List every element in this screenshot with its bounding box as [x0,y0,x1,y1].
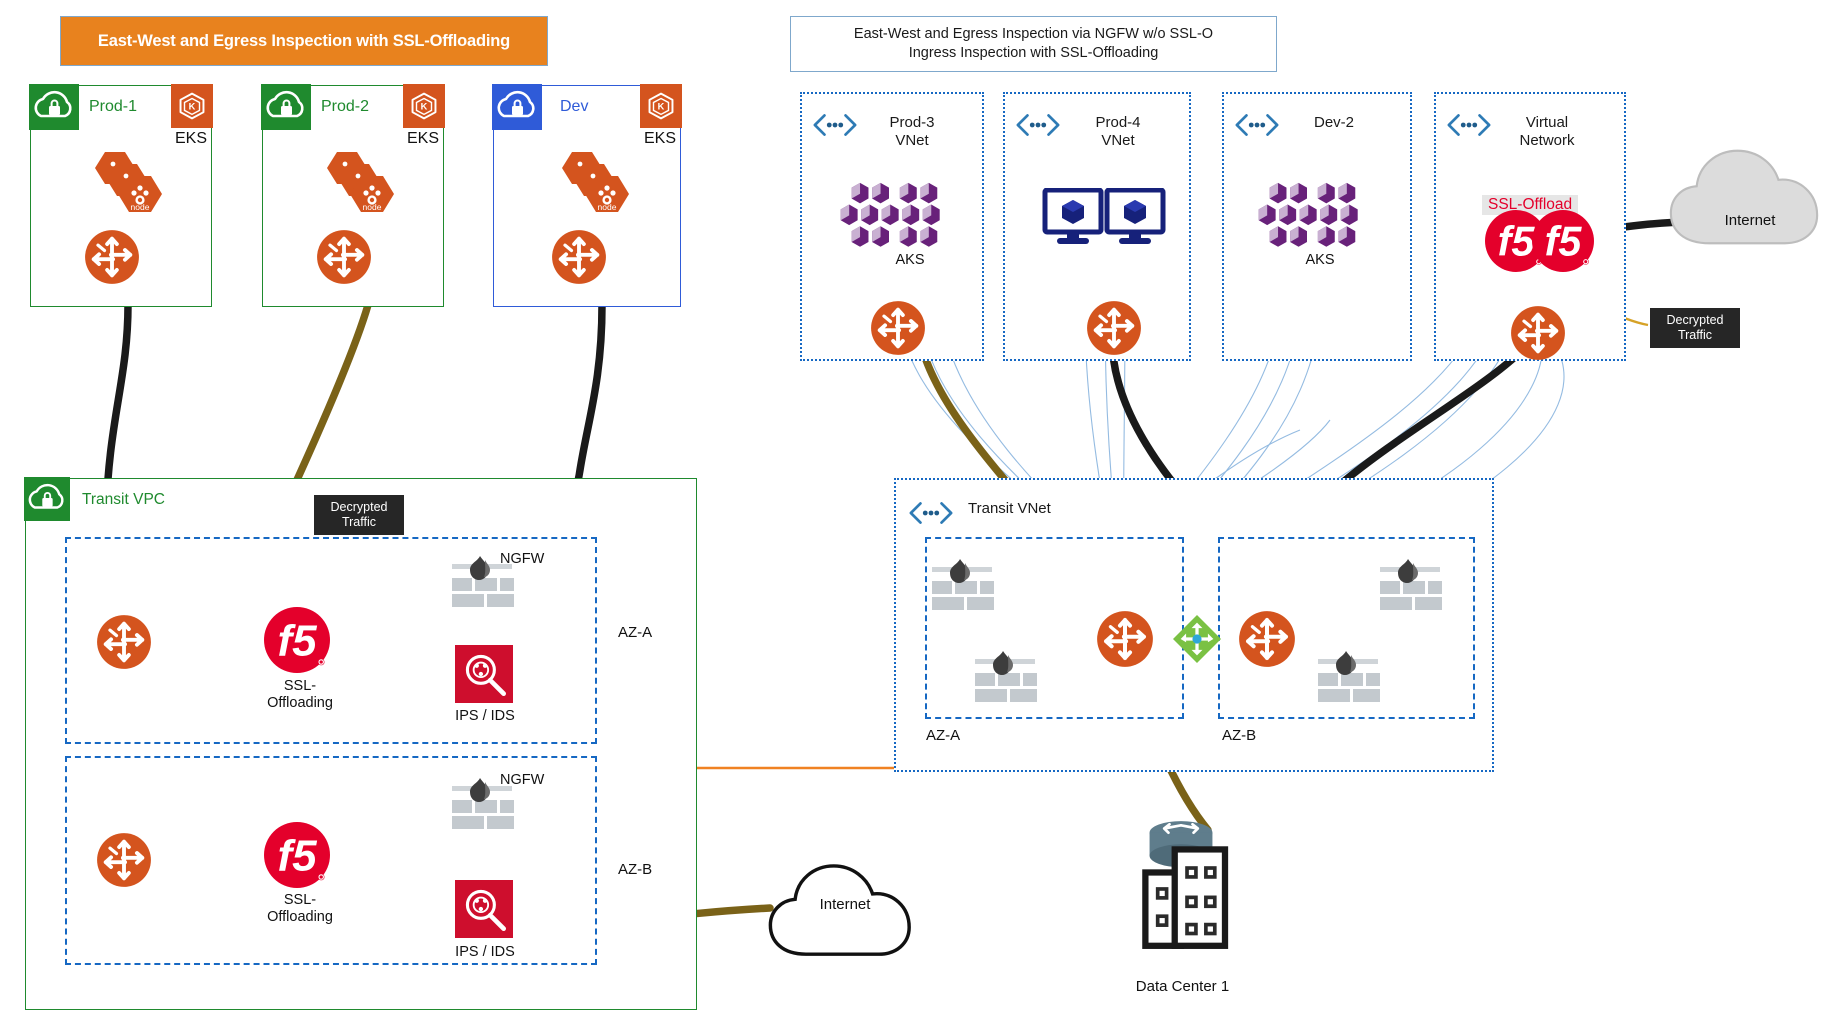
vm-monitor-icon [1042,188,1104,246]
secure-cloud-icon [261,84,312,131]
aws-az-a-ips-label: IPS / IDS [455,708,515,724]
datacenter-icon[interactable] [1125,818,1237,950]
aws-az-b-ips-icon[interactable] [455,880,513,938]
azure-decrypted-traffic-callout: Decrypted Traffic [1650,308,1740,348]
kubernetes-icon [170,84,213,129]
azure-az-b-label: AZ-B [1222,727,1257,744]
azure-az-b-router-icon[interactable] [1238,610,1296,668]
vpc-prod-1-label: Prod-1 [89,98,138,115]
vnet-prod-4-name-l1: Prod-4 [1095,114,1141,131]
f5-logo-icon[interactable] [1532,210,1594,272]
aks-hex-cluster-icon [840,182,940,247]
aws-az-b-ips-label: IPS / IDS [455,944,515,960]
azure-az-a-ngfw-icon[interactable] [932,558,994,610]
router-icon[interactable] [316,229,372,285]
right-title-line1: East-West and Egress Inspection via NGFW… [853,26,1214,42]
vnet-icon [1447,114,1491,136]
eks-node-icon [562,152,629,212]
azure-az-a-ngfw-icon[interactable] [975,650,1037,702]
vpc-dev[interactable]: Dev EKS [492,84,682,307]
aws-az-a-router-icon[interactable] [96,614,152,670]
aws-az-a-f5-label-l2: Offloading [267,695,333,711]
azure-az-b-ngfw-icon[interactable] [1318,650,1380,702]
vnet-icon [1016,114,1060,136]
aws-az-b-f5-label: SSL- Offloading [245,892,355,926]
datacenter-label: Data Center 1 [1135,978,1230,995]
vpc-dev-platform: EKS [643,130,676,147]
aws-az-a-f5-icon[interactable] [264,607,330,673]
vpc-prod-2-label: Prod-2 [321,98,370,115]
aws-decrypted-callout-l2: Traffic [341,515,377,529]
vnet-dev-2-workload-label: AKS [1305,252,1335,268]
aws-az-a-ngfw-label: NGFW [500,551,545,567]
vpc-dev-label: Dev [560,98,589,115]
azure-az-b-ngfw-icon[interactable] [1380,558,1442,610]
vnet-prod-3-name-l1: Prod-3 [889,114,935,131]
right-title-banner: East-West and Egress Inspection via NGFW… [790,16,1277,72]
vnet-peering-icon[interactable] [1173,615,1221,663]
secure-cloud-icon [29,84,80,131]
eks-node-icon [95,152,162,212]
vm-monitor-icon [1104,188,1166,246]
vnet-icon [909,502,953,524]
azure-decrypted-callout-l2: Traffic [1677,328,1713,342]
secure-cloud-icon [492,84,543,131]
aws-az-b-f5-icon[interactable] [264,822,330,888]
vpc-prod-2-platform: EKS [406,130,439,147]
left-title-banner: East-West and Egress Inspection with SSL… [60,16,548,66]
aws-az-a-label: AZ-A [618,624,653,641]
router-icon[interactable] [551,229,607,285]
vnet-dev-2-label: Dev-2 [1284,114,1384,132]
left-title-text: East-West and Egress Inspection with SSL… [97,31,511,50]
vnet-virtual-network-label: Virtual Network [1492,114,1602,150]
transit-vpc-label: Transit VPC [82,491,165,508]
vnet-prod-4-label: Prod-4 VNet [1068,114,1168,150]
vnet-prod-3-workload-label: AKS [895,252,925,268]
vnet-virtual-network-name-l2: Network [1519,132,1575,149]
azure-internet-label: Internet [1724,212,1776,229]
azure-internet-cloud-icon [1669,149,1819,245]
vpc-prod-1[interactable]: Prod-1 EKS [29,84,213,307]
azure-decrypted-callout-l1: Decrypted [1666,313,1724,327]
vnet-prod-3-router-icon[interactable] [870,300,926,356]
aws-az-a-ips-icon[interactable] [455,645,513,703]
vpc-prod-2[interactable]: Prod-2 EKS [261,84,445,307]
aks-hex-cluster-icon [1258,182,1358,247]
aws-az-a-f5-label-l1: SSL- [283,678,317,694]
aws-az-b-ngfw-label: NGFW [500,772,545,788]
secure-cloud-icon [24,477,71,522]
vnet-dev-2-name-l1: Dev-2 [1313,114,1354,131]
router-icon[interactable] [84,229,140,285]
vnet-virtual-network-router-icon[interactable] [1510,305,1566,361]
vnet-prod-4-name-l2: VNet [1101,132,1135,149]
vnet-prod-4-router-icon[interactable] [1086,300,1142,356]
vnet-prod-3-label: Prod-3 VNet [862,114,962,150]
vnet-prod-3-name-l2: VNet [895,132,929,149]
transit-vnet-label: Transit VNet [968,500,1051,517]
aws-az-b-f5-label-l1: SSL- [283,892,317,908]
vnet-virtual-network-name-l1: Virtual [1525,114,1569,131]
aws-decrypted-callout-l1: Decrypted [330,500,388,514]
vnet-icon [813,114,857,136]
right-title-line2: Ingress Inspection with SSL-Offloading [908,45,1159,61]
azure-az-a-label: AZ-A [926,727,961,744]
kubernetes-icon [402,84,445,129]
vnet-icon [1235,114,1279,136]
eks-node-icon [327,152,394,212]
azure-az-a-router-icon[interactable] [1096,610,1154,668]
aws-az-a-f5-label: SSL- Offloading [245,678,355,712]
aws-az-b-router-icon[interactable] [96,832,152,888]
kubernetes-icon [639,84,682,129]
vpc-prod-1-platform: EKS [174,130,207,147]
aws-internet-label: Internet [819,896,871,913]
aws-az-b-label: AZ-B [618,861,653,878]
aws-decrypted-traffic-callout: Decrypted Traffic [314,495,404,535]
aws-az-b-f5-label-l2: Offloading [267,909,333,925]
